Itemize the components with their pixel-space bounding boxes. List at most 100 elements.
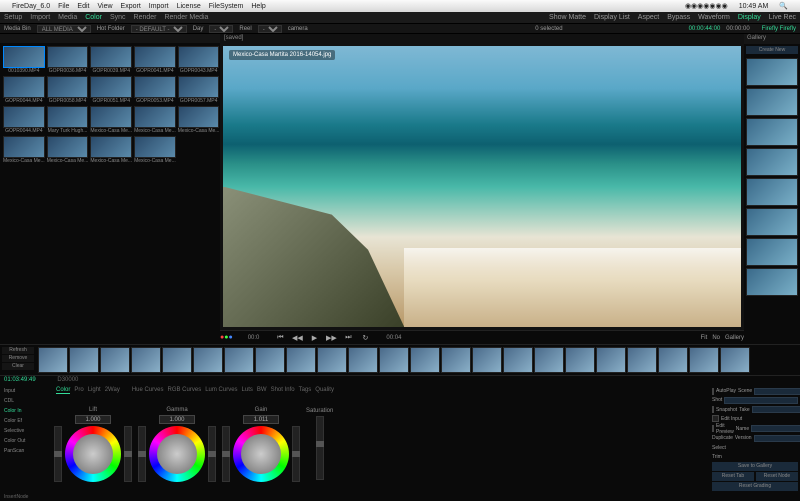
subtab-light[interactable]: Light (88, 387, 101, 393)
step-back-icon[interactable]: ◀◀ (291, 333, 303, 343)
timeline-clip[interactable] (720, 347, 750, 373)
edit-preview-checkbox[interactable] (712, 425, 714, 432)
menu-view[interactable]: View (97, 3, 112, 10)
tab-render[interactable]: Render (134, 14, 157, 21)
gallery-item[interactable] (746, 238, 798, 266)
timeline-clip[interactable] (224, 347, 254, 373)
gallery-item[interactable] (746, 208, 798, 236)
clip-thumb[interactable]: GOPR0044.MP4 (3, 106, 45, 134)
timeline-clip[interactable] (286, 347, 316, 373)
select-label[interactable]: Select (712, 445, 726, 451)
saturation-slider[interactable] (316, 416, 324, 480)
shot-input[interactable] (724, 397, 798, 404)
reset-grading-button[interactable]: Reset Grading (712, 482, 798, 491)
take-input[interactable] (752, 406, 800, 413)
mode-hue[interactable]: Hue Curves (132, 387, 164, 393)
clip-thumb[interactable]: Mexico-Casa Me... (47, 136, 89, 164)
timeline-clip[interactable] (131, 347, 161, 373)
media-bin-select[interactable]: ALL MEDIA (37, 25, 91, 33)
tab-sync[interactable]: Sync (110, 14, 126, 21)
display[interactable]: Display (738, 14, 761, 21)
color-wheel-gain[interactable] (233, 426, 289, 482)
wheel-slider[interactable] (138, 426, 146, 482)
name-input[interactable] (751, 425, 800, 432)
clip-thumb[interactable]: GOPR0051.MP4 (90, 76, 132, 104)
clip-thumb[interactable]: GOPR0044.MP4 (3, 76, 45, 104)
step-fwd-icon[interactable]: ▶▶ (325, 333, 337, 343)
timeline-clip[interactable] (503, 347, 533, 373)
color-wheel-gamma[interactable] (149, 426, 205, 482)
clip-thumb[interactable]: 0010390.MP4 (3, 46, 45, 74)
timeline-clip[interactable] (348, 347, 378, 373)
mode-quality[interactable]: Quality (315, 387, 334, 393)
create-new-button[interactable]: Create New (746, 46, 798, 54)
refresh-button[interactable]: Refresh (2, 347, 34, 354)
gallery-item[interactable] (746, 88, 798, 116)
timeline-clip[interactable] (658, 347, 688, 373)
color-tab-panscan[interactable]: PanScan (2, 447, 42, 456)
color-tab-cdl[interactable]: CDL (2, 397, 42, 406)
timeline-clip[interactable] (410, 347, 440, 373)
timeline-clip[interactable] (193, 347, 223, 373)
timeline-clip[interactable] (627, 347, 657, 373)
menu-license[interactable]: License (177, 3, 201, 10)
color-tab-selective[interactable]: Selective (2, 427, 42, 436)
clip-thumb[interactable]: GOPR0041.MP4 (134, 46, 176, 74)
wheel-value[interactable]: 1.000 (75, 415, 111, 424)
edit-input-checkbox[interactable] (712, 415, 719, 422)
gallery-item[interactable] (746, 178, 798, 206)
clip-thumb[interactable]: GOPR0057.MP4 (178, 76, 220, 104)
display-list[interactable]: Display List (594, 14, 630, 21)
trim-label[interactable]: Trim (712, 454, 722, 460)
play-icon[interactable]: ▶ (308, 333, 320, 343)
tab-media[interactable]: Media (58, 14, 77, 21)
mode-tags[interactable]: Tags (299, 387, 312, 393)
wheel-value[interactable]: 1.000 (159, 415, 195, 424)
timeline-clip[interactable] (472, 347, 502, 373)
color-tab-color-ef[interactable]: Color Ef (2, 417, 42, 426)
clip-thumb[interactable]: Mexico-Casa Me... (178, 106, 220, 134)
clear-button[interactable]: Clear (2, 363, 34, 370)
clip-thumb[interactable]: GOPR0043.MP4 (178, 46, 220, 74)
color-tab-color-in[interactable]: Color In (2, 407, 42, 416)
gallery-item[interactable] (746, 118, 798, 146)
reel-select[interactable]: - (258, 25, 282, 33)
gallery-item[interactable] (746, 268, 798, 296)
wheel-slider[interactable] (292, 426, 300, 482)
menu-filesystem[interactable]: FileSystem (209, 3, 244, 10)
clip-thumb[interactable]: Mexico-Casa Me... (3, 136, 45, 164)
version-input[interactable] (754, 435, 800, 442)
clip-thumb[interactable]: GOPR0036.MP4 (47, 46, 89, 74)
timeline-clip[interactable] (255, 347, 285, 373)
scene-input[interactable] (754, 388, 800, 395)
subtab-color[interactable]: Color (56, 387, 70, 394)
clip-thumb[interactable]: Mexico-Casa Me... (134, 106, 176, 134)
loop-icon[interactable]: ↻ (359, 333, 371, 343)
timeline-clip[interactable] (596, 347, 626, 373)
timeline-clip[interactable] (38, 347, 68, 373)
clip-thumb[interactable]: Mexico-Casa Me... (90, 136, 132, 164)
no-button[interactable]: No (712, 335, 720, 341)
menu-help[interactable]: Help (251, 3, 265, 10)
hot-folder-select[interactable]: - DEFAULT - (131, 25, 187, 33)
timeline-clip[interactable] (162, 347, 192, 373)
mode-bw[interactable]: BW (257, 387, 267, 393)
timeline-clip[interactable] (441, 347, 471, 373)
tab-setup[interactable]: Setup (4, 14, 22, 21)
waveform[interactable]: Waveform (698, 14, 730, 21)
subtab-pro[interactable]: Pro (74, 387, 83, 393)
aspect[interactable]: Aspect (638, 14, 659, 21)
clip-thumb[interactable]: GOPR0039.MP4 (90, 46, 132, 74)
timeline-clip[interactable] (565, 347, 595, 373)
reset-node-button[interactable]: Reset Node (756, 472, 798, 481)
wheel-slider[interactable] (124, 426, 132, 482)
tab-render-media[interactable]: Render Media (164, 14, 208, 21)
color-tab-color-out[interactable]: Color Out (2, 437, 42, 446)
day-select[interactable]: - (209, 25, 233, 33)
timeline-clip[interactable] (317, 347, 347, 373)
tab-color[interactable]: Color (85, 14, 102, 21)
wheel-slider[interactable] (222, 426, 230, 482)
tab-import[interactable]: Import (30, 14, 50, 21)
mode-rgb[interactable]: RGB Curves (168, 387, 202, 393)
autoplay-checkbox[interactable] (712, 388, 714, 395)
